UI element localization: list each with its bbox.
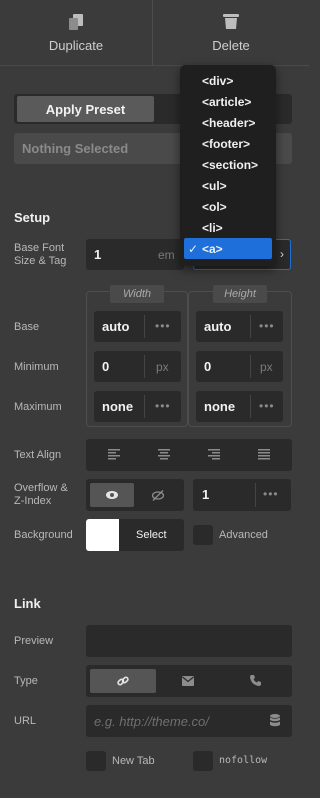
text-align-label: Text Align	[14, 449, 62, 461]
more-icon[interactable]: •••	[155, 399, 171, 413]
url-label: URL	[14, 715, 37, 727]
z-index-value: 1	[202, 487, 210, 502]
maximum-label: Maximum	[14, 401, 62, 413]
field-divider	[144, 315, 145, 338]
new-tab-label: New Tab	[112, 755, 155, 767]
minimum-label: Minimum	[14, 361, 59, 373]
more-icon[interactable]: •••	[259, 319, 275, 333]
overflow-label-line2: Z-Index	[14, 495, 52, 507]
tag-dropdown-menu: <div> <article> <header> <footer> <secti…	[180, 65, 276, 266]
align-center-icon[interactable]	[158, 449, 170, 460]
tag-option-section[interactable]: <section>	[180, 154, 276, 175]
overflow-visible-option[interactable]	[90, 483, 134, 507]
tag-option-div[interactable]: <div>	[180, 70, 276, 91]
field-divider	[250, 355, 251, 378]
eye-slash-icon[interactable]	[152, 490, 164, 501]
tag-option-ol[interactable]: <ol>	[180, 196, 276, 217]
maximum-width-value: none	[102, 399, 134, 414]
tag-option-ul[interactable]: <ul>	[180, 175, 276, 196]
link-type-url-option[interactable]	[90, 669, 156, 693]
eye-icon	[106, 491, 118, 499]
align-left-icon[interactable]	[108, 449, 120, 460]
overflow-label-line1: Overflow &	[14, 482, 68, 494]
duplicate-icon	[69, 13, 83, 30]
z-index-input[interactable]: 1 •••	[193, 479, 291, 511]
minimum-height-input[interactable]: 0 px	[196, 351, 283, 382]
delete-label: Delete	[212, 38, 250, 53]
tag-option-a-label: <a>	[202, 241, 223, 256]
background-color-picker[interactable]: Select	[86, 519, 184, 551]
trash-icon	[223, 14, 239, 29]
link-section-title: Link	[14, 596, 41, 611]
background-select-label[interactable]: Select	[136, 529, 167, 541]
more-icon[interactable]: •••	[259, 399, 275, 413]
type-label: Type	[14, 675, 38, 687]
field-divider	[144, 355, 145, 378]
base-font-label: Base Font Size & Tag	[14, 242, 66, 268]
more-icon[interactable]: •••	[155, 319, 171, 333]
url-placeholder: e.g. http://theme.co/	[94, 714, 209, 729]
background-label: Background	[14, 529, 73, 541]
nofollow-checkbox[interactable]	[193, 751, 213, 771]
minimum-width-input[interactable]: 0 px	[94, 351, 181, 382]
tag-option-a[interactable]: ✓ <a>	[184, 238, 272, 259]
field-divider	[250, 315, 251, 338]
minimum-height-value: 0	[204, 359, 212, 374]
chevron-right-icon: ›	[280, 247, 284, 261]
minimum-width-unit[interactable]: px	[156, 360, 169, 374]
duplicate-button[interactable]: Duplicate	[0, 0, 152, 66]
setup-section-title: Setup	[14, 210, 51, 225]
url-input[interactable]: e.g. http://theme.co/	[86, 705, 292, 737]
maximum-height-input[interactable]: none •••	[196, 391, 283, 422]
height-header: Height	[213, 285, 267, 303]
email-icon[interactable]	[182, 676, 194, 686]
more-icon[interactable]: •••	[263, 487, 279, 501]
base-width-value: auto	[102, 319, 130, 334]
tag-option-footer[interactable]: <footer>	[180, 133, 276, 154]
field-divider	[144, 395, 145, 418]
maximum-height-value: none	[204, 399, 236, 414]
align-right-icon[interactable]	[208, 449, 220, 460]
tag-option-header[interactable]: <header>	[180, 112, 276, 133]
tag-option-article[interactable]: <article>	[180, 91, 276, 112]
width-header: Width	[110, 285, 164, 303]
field-divider	[255, 483, 256, 507]
advanced-label: Advanced	[219, 529, 268, 541]
link-preview-field	[86, 625, 292, 657]
maximum-width-input[interactable]: none •••	[94, 391, 181, 422]
base-font-size-value: 1	[94, 247, 102, 262]
base-height-value: auto	[204, 319, 232, 334]
field-divider	[250, 395, 251, 418]
background-color-swatch[interactable]	[86, 519, 119, 551]
checkmark-icon: ✓	[188, 241, 199, 256]
advanced-checkbox[interactable]	[193, 525, 213, 545]
tag-option-li[interactable]: <li>	[180, 217, 276, 238]
minimum-height-unit[interactable]: px	[260, 360, 273, 374]
preview-label: Preview	[14, 635, 54, 647]
base-font-label-line2: Size & Tag	[14, 255, 67, 267]
base-label: Base	[14, 321, 40, 333]
new-tab-checkbox[interactable]	[86, 751, 106, 771]
overflow-label: Overflow & Z-Index	[14, 482, 68, 508]
apply-preset-button[interactable]: Apply Preset	[17, 96, 154, 122]
delete-button[interactable]: Delete	[153, 0, 309, 66]
base-font-size-unit: em	[158, 248, 175, 262]
base-height-input[interactable]: auto •••	[196, 311, 283, 342]
base-width-input[interactable]: auto •••	[94, 311, 181, 342]
base-font-size-input[interactable]: 1 em	[86, 239, 184, 270]
database-icon[interactable]	[270, 714, 280, 727]
phone-icon[interactable]	[250, 675, 261, 686]
link-icon	[117, 676, 129, 686]
nofollow-label: nofollow	[219, 755, 268, 766]
base-font-label-line1: Base Font	[14, 242, 65, 254]
minimum-width-value: 0	[102, 359, 110, 374]
align-justify-icon[interactable]	[258, 449, 270, 460]
duplicate-label: Duplicate	[48, 37, 104, 53]
